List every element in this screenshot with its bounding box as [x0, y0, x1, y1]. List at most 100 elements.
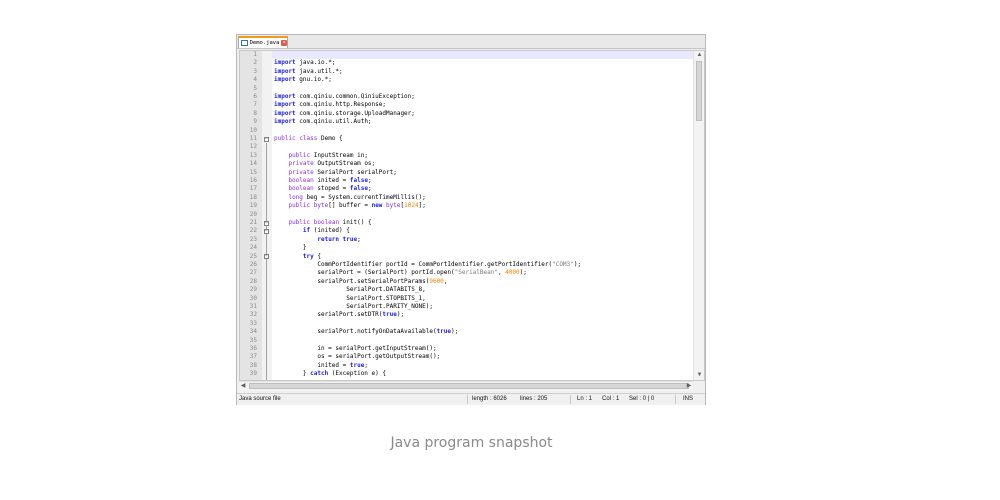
- code-token: true: [436, 328, 452, 336]
- code-line: import gnu.io.*;: [274, 76, 332, 84]
- fold-toggle-try[interactable]: −: [264, 254, 269, 259]
- code-token: inited =: [313, 177, 350, 184]
- line-number: 31: [249, 303, 257, 310]
- line-number: 8: [253, 109, 257, 117]
- scroll-down-icon[interactable]: ▼: [695, 371, 704, 379]
- code-token: "COM3": [552, 261, 574, 268]
- code-token: SerialPort.STOPBITS_1,: [274, 294, 426, 302]
- line-number: 18: [249, 193, 257, 201]
- code-token: in = serialPort.getInputStream();: [274, 345, 437, 352]
- tab-bar: Demo.java ×: [237, 35, 705, 49]
- line-number: 10: [249, 126, 257, 134]
- status-mode: INS: [683, 396, 694, 402]
- code-token: init() {: [339, 219, 372, 226]
- fold-toggle-init[interactable]: −: [264, 221, 269, 226]
- line-number: 15: [249, 168, 257, 176]
- line-number: 1: [253, 51, 257, 58]
- code-token: import: [274, 59, 296, 67]
- line-number: 26: [249, 261, 257, 268]
- code-token: boolean: [288, 177, 314, 184]
- code-token: false: [349, 177, 368, 184]
- code-token: public: [274, 135, 296, 142]
- code-token: serialPort.setDTR(: [274, 311, 383, 319]
- code-token: (Exception e) {: [328, 370, 386, 378]
- code-token: import: [274, 109, 296, 117]
- code-token: );: [396, 311, 405, 319]
- code-token: try: [302, 252, 314, 260]
- code-line: private OutputStream os;: [274, 160, 375, 168]
- code-line: long beg = System.currentTimeMillis();: [274, 193, 425, 202]
- code-line: in = serialPort.getInputStream();: [274, 345, 437, 353]
- code-line: boolean inited = false;: [274, 177, 371, 185]
- tab-label: Demo.java: [249, 40, 280, 46]
- line-number-gutter: 1 2 3 4 5 6 7 8 9 10 11 12 13 14 15 16 17 18 19 20 21 22 23 24 2…: [240, 51, 263, 380]
- code-line: public boolean init() {: [274, 219, 372, 227]
- line-number: 34: [249, 328, 257, 336]
- status-file-type: Java source file: [239, 396, 281, 402]
- status-divider: [467, 395, 468, 404]
- code-token: );: [451, 328, 459, 336]
- scroll-up-icon[interactable]: ▲: [695, 51, 704, 59]
- code-token: stoped =: [313, 185, 350, 193]
- code-token: 1024: [404, 202, 419, 210]
- vertical-scrollbar[interactable]: ▲ ▼: [693, 51, 704, 380]
- code-line: serialPort.notifyOnDataAvailable(true);: [274, 328, 458, 336]
- code-token: {: [313, 252, 321, 260]
- code-token: com.qiniu.common.QiniuException;: [295, 93, 415, 100]
- code-token: }: [274, 244, 307, 252]
- close-icon[interactable]: ×: [281, 40, 287, 46]
- status-divider: [675, 395, 676, 404]
- code-token: private: [288, 160, 314, 168]
- code-line: import com.qiniu.storage.UploadManager;: [274, 110, 415, 118]
- code-line: private SerialPort serialPort;: [274, 168, 397, 177]
- line-number: 5: [253, 84, 257, 92]
- code-token: com.qiniu.util.Auth;: [295, 118, 372, 126]
- line-number: 29: [249, 286, 257, 294]
- code-line: } catch (Exception e) {: [274, 370, 386, 378]
- code-line: serialPort.setSerialPortParams(9600,: [274, 278, 447, 286]
- line-number: 24: [249, 244, 257, 252]
- horizontal-scroll-thumb[interactable]: [249, 383, 689, 389]
- code-token: serialPort = (SerialPort) portId.open(: [274, 269, 455, 277]
- code-token: java.io.*;: [295, 59, 336, 67]
- fold-toggle-if[interactable]: −: [264, 229, 269, 234]
- line-number: 11: [249, 135, 257, 142]
- code-line: serialPort = (SerialPort) portId.open("S…: [274, 269, 527, 277]
- horizontal-scrollbar[interactable]: ◀ ▶: [239, 381, 693, 391]
- line-number: 4: [253, 76, 257, 84]
- caption: Java program snapshot: [390, 435, 553, 451]
- scroll-left-icon[interactable]: ◀: [239, 382, 247, 391]
- code-token: true: [342, 235, 358, 243]
- code-token: public: [288, 219, 311, 226]
- line-number: 2: [253, 59, 257, 67]
- code-token: }: [274, 370, 311, 378]
- editor-window: Demo.java × 1 2 3 4 5 6 7 8 9 10 11 12 13 14 15 16 17 18 1…: [236, 34, 706, 405]
- fold-toggle-class[interactable]: −: [264, 137, 269, 142]
- code-token: long: [288, 193, 303, 201]
- line-number: 21: [249, 219, 257, 226]
- line-number: 23: [249, 235, 257, 243]
- code-token: );: [573, 261, 582, 268]
- tab-demo-java[interactable]: Demo.java ×: [238, 36, 288, 48]
- status-sel: Sel : 0 | 0: [629, 396, 655, 402]
- code-line: }: [274, 244, 307, 252]
- code-area[interactable]: import java.io.*; import java.util.*; impo…: [272, 51, 693, 380]
- scroll-right-icon[interactable]: ▶: [685, 382, 693, 391]
- line-number: 20: [249, 210, 257, 218]
- code-token: java.util.*;: [295, 67, 343, 75]
- status-col: Col : 1: [602, 396, 620, 402]
- code-token: SerialPort.PARITY_NONE);: [274, 303, 433, 310]
- vertical-scroll-thumb[interactable]: [696, 61, 702, 121]
- code-editor[interactable]: 1 2 3 4 5 6 7 8 9 10 11 12 13 14 15 16 17 18 19 20 21 22 23 24 2…: [239, 50, 705, 381]
- code-token: com.qiniu.http.Response;: [295, 101, 386, 109]
- code-token: SerialPort serialPort;: [313, 168, 397, 176]
- line-number: 33: [249, 319, 257, 327]
- code-token: );: [519, 269, 527, 277]
- line-number: 39: [249, 370, 257, 378]
